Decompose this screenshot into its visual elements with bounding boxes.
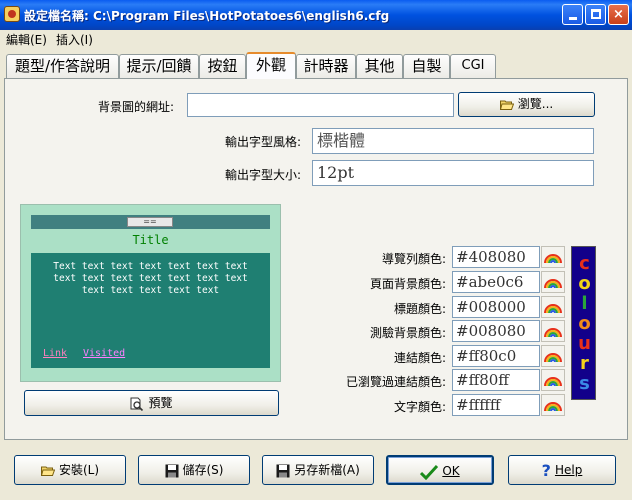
- text-color-label: 文字顏色:: [393, 400, 446, 414]
- browse-button-label: 瀏覽...: [517, 97, 554, 111]
- title-color-input[interactable]: #008000: [452, 296, 540, 318]
- close-button[interactable]: ×: [608, 4, 629, 25]
- rainbow-icon: [544, 353, 562, 363]
- maximize-button[interactable]: [585, 4, 606, 25]
- tab-cgi[interactable]: CGI: [450, 54, 496, 78]
- preview-nav-bar: ==: [31, 215, 270, 229]
- preview-visited-link: Visited: [83, 348, 126, 359]
- preview-nav-button: ==: [127, 217, 173, 227]
- install-button-label: 安裝(L): [58, 463, 100, 477]
- preview-text-line: Text text text text text text text: [53, 261, 248, 272]
- font-size-input[interactable]: 12pt: [312, 160, 594, 186]
- rainbow-icon: [544, 377, 562, 387]
- browse-button[interactable]: 瀏覽...: [458, 92, 595, 117]
- preview-text-line: text text text text text text text: [53, 273, 248, 284]
- menu-edit[interactable]: 編輯(E): [6, 31, 47, 48]
- app-icon: [4, 6, 20, 22]
- preview-link: Link: [43, 348, 68, 359]
- nav-color-picker-button[interactable]: [541, 246, 565, 268]
- title-bar[interactable]: 設定檔名稱: C:\Program Files\HotPotatoes6\eng…: [0, 0, 632, 30]
- rainbow-icon: [544, 279, 562, 289]
- colours-letter: u: [578, 333, 591, 354]
- preview-title: Title: [132, 233, 169, 247]
- font-style-label: 輸出字型風格:: [224, 135, 301, 149]
- title-color-picker-button[interactable]: [541, 296, 565, 318]
- rainbow-icon: [544, 328, 562, 338]
- magnifier-page-icon: [130, 397, 144, 411]
- quiz-bg-color-picker-button[interactable]: [541, 320, 565, 342]
- quiz-bg-color-input[interactable]: #008080: [452, 320, 540, 342]
- colours-letter: r: [580, 353, 589, 374]
- nav-color-input[interactable]: #408080: [452, 246, 540, 268]
- quiz-bg-color-label: 測驗背景顏色:: [369, 326, 446, 340]
- minimize-button[interactable]: [562, 4, 583, 25]
- visited-link-color-label: 已瀏覽過連結顏色:: [345, 375, 446, 389]
- page-bg-color-input[interactable]: #abe0c6: [452, 271, 540, 293]
- colours-letter: s: [579, 373, 590, 394]
- tab-custom[interactable]: 自製: [403, 54, 450, 78]
- save-button[interactable]: 儲存(S): [138, 455, 250, 485]
- colours-letter: o: [578, 273, 591, 294]
- preview-text-line: text text text text text: [81, 285, 220, 296]
- rainbow-icon: [544, 304, 562, 314]
- maximize-icon: [590, 9, 601, 19]
- colours-letter: l: [581, 293, 588, 314]
- font-style-input[interactable]: 標楷體: [312, 128, 594, 154]
- link-color-picker-button[interactable]: [541, 345, 565, 367]
- folder-icon: [499, 100, 514, 110]
- menu-bar: 編輯(E) 插入(I): [0, 30, 632, 48]
- preview-button-label: 預覽: [148, 396, 173, 410]
- page-bg-color-picker-button[interactable]: [541, 271, 565, 293]
- text-color-input[interactable]: #ffffff: [452, 394, 540, 416]
- checkmark-icon: [420, 464, 439, 480]
- tab-strip: 題型/作答說明 提示/回饋 按鈕 外觀 計時器 其他 自製 CGI: [4, 52, 628, 79]
- colours-letters: colours: [572, 247, 595, 394]
- save-button-label: 儲存(S): [182, 463, 224, 477]
- rainbow-icon: [544, 402, 562, 412]
- ok-button-label: OK: [442, 464, 460, 478]
- floppy-disk-icon: [165, 464, 178, 477]
- save-as-button-label: 另存新檔(A): [294, 463, 360, 477]
- tab-timer[interactable]: 計時器: [296, 54, 356, 78]
- tab-hints-feedback[interactable]: 提示/回饋: [119, 54, 199, 78]
- folder-icon: [40, 466, 55, 476]
- tab-question-type[interactable]: 題型/作答說明: [6, 54, 119, 78]
- link-color-label: 連結顏色:: [393, 351, 446, 365]
- window-title: 設定檔名稱: C:\Program Files\HotPotatoes6\eng…: [24, 9, 390, 23]
- bg-image-input[interactable]: [187, 93, 454, 117]
- help-question-icon: ?: [541, 460, 551, 480]
- floppy-disk-icon: [276, 464, 290, 477]
- page-preview: == Title Text text text text text text t…: [20, 204, 281, 382]
- preview-body: Text text text text text text text text …: [31, 253, 270, 368]
- preview-text: Text text text text text text text text …: [37, 261, 264, 297]
- bg-image-label: 背景圖的網址:: [97, 100, 174, 114]
- text-color-picker-button[interactable]: [541, 394, 565, 416]
- preview-button[interactable]: 預覽: [24, 390, 279, 416]
- tab-appearance[interactable]: 外觀: [246, 52, 296, 79]
- page-bg-color-label: 頁面背景顏色:: [369, 277, 446, 291]
- tab-other[interactable]: 其他: [356, 54, 403, 78]
- tab-buttons[interactable]: 按鈕: [199, 54, 246, 78]
- menu-insert[interactable]: 插入(I): [56, 31, 93, 48]
- rainbow-icon: [544, 254, 562, 264]
- help-button-label: Help: [554, 463, 583, 477]
- ok-button[interactable]: OK: [386, 455, 494, 485]
- help-button[interactable]: ? Help: [508, 455, 616, 485]
- visited-link-color-input[interactable]: #ff80ff: [452, 369, 540, 391]
- colours-letter: o: [578, 313, 591, 334]
- nav-color-label: 導覽列顏色:: [381, 252, 446, 266]
- visited-link-color-picker-button[interactable]: [541, 369, 565, 391]
- title-color-label: 標題顏色:: [393, 302, 446, 316]
- colours-banner[interactable]: colours: [571, 246, 596, 400]
- colours-letter: c: [579, 253, 590, 274]
- save-as-button[interactable]: 另存新檔(A): [262, 455, 374, 485]
- minimize-icon: [568, 17, 577, 20]
- link-color-input[interactable]: #ff80c0: [452, 345, 540, 367]
- install-button[interactable]: 安裝(L): [14, 455, 126, 485]
- font-size-label: 輸出字型大小:: [224, 168, 301, 182]
- close-icon: ×: [613, 7, 624, 22]
